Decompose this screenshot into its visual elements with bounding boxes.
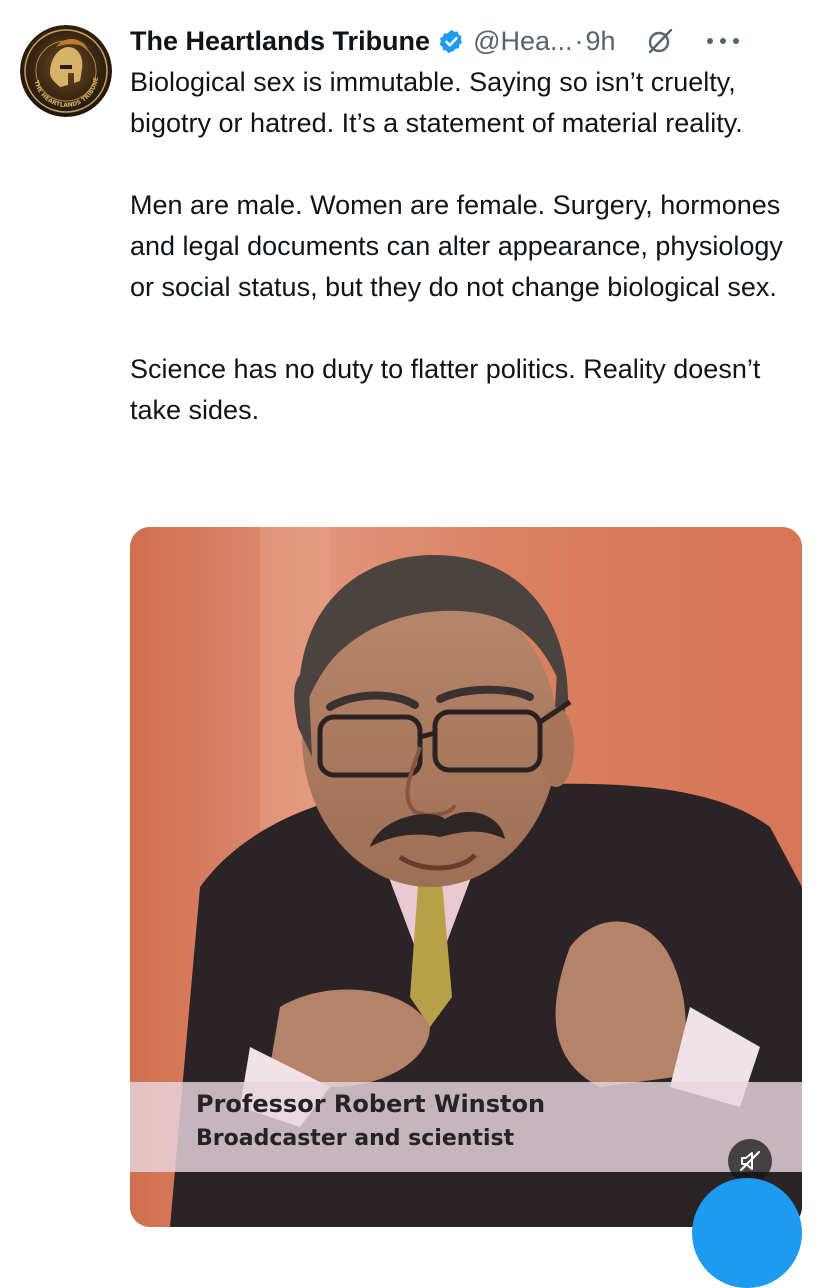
tweet-paragraph: Men are male. Women are female. Surgery,… <box>130 190 783 302</box>
author-avatar[interactable]: THE HEARTLANDS TRIBUNE <box>20 25 112 117</box>
tweet-video[interactable]: Professor Robert Winston Broadcaster and… <box>130 527 802 1227</box>
tweet-header: The Heartlands Tribune @Hea... · 9h <box>130 22 821 60</box>
mute-button[interactable] <box>728 1139 772 1183</box>
caption-name: Professor Robert Winston <box>196 1090 546 1118</box>
verified-badge-icon <box>438 28 465 55</box>
author-name[interactable]: The Heartlands Tribune <box>130 26 430 57</box>
compose-button[interactable] <box>692 1178 802 1288</box>
author-handle[interactable]: @Hea... <box>473 26 572 57</box>
mute-icon <box>737 1148 763 1174</box>
more-options-icon[interactable] <box>706 31 740 51</box>
grok-icon[interactable] <box>646 27 674 55</box>
tweet-paragraph: Biological sex is immutable. Saying so i… <box>130 67 743 138</box>
separator-dot: · <box>574 25 584 56</box>
tweet-text: Biological sex is immutable. Saying so i… <box>130 62 810 431</box>
caption-role: Broadcaster and scientist <box>196 1126 515 1151</box>
tweet-timestamp[interactable]: 9h <box>586 26 616 57</box>
tweet-paragraph: Science has no duty to flatter politics.… <box>130 354 761 425</box>
